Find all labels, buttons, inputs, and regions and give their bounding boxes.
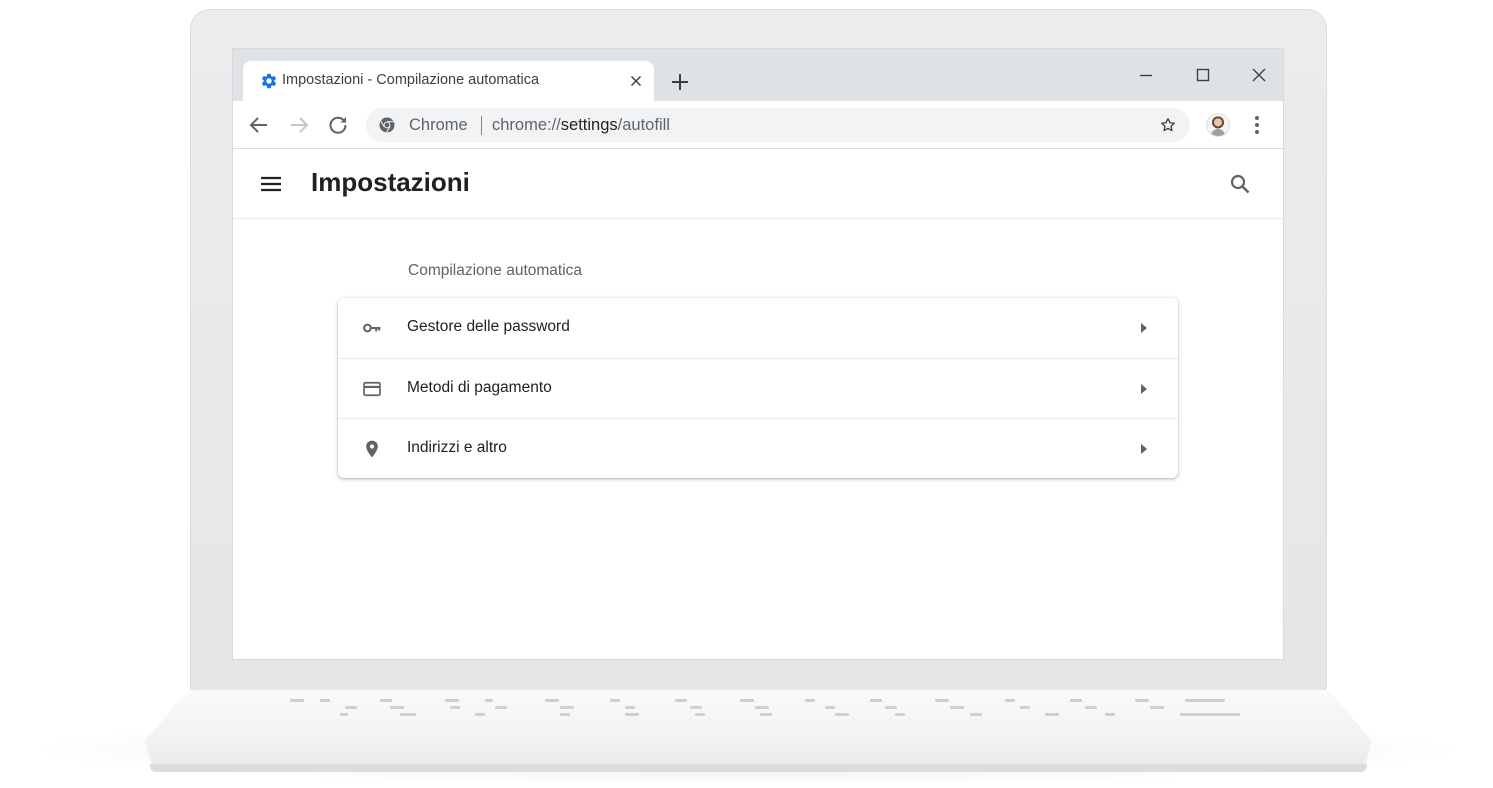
arrow-right-icon <box>1141 323 1147 333</box>
arrow-right-icon <box>1141 444 1147 454</box>
avatar[interactable] <box>1206 113 1230 137</box>
arrow-right-icon <box>1141 384 1147 394</box>
omnibox[interactable]: Chrome chrome://settings/autofill <box>366 108 1190 142</box>
tab-strip: Impostazioni - Compilazione automatica <box>233 49 1283 101</box>
url-path: /autofill <box>617 116 670 134</box>
section-title: Compilazione automatica <box>408 262 583 279</box>
more-vert-icon[interactable] <box>1247 113 1267 137</box>
omnibox-separator <box>481 116 482 135</box>
search-icon[interactable] <box>1228 172 1252 196</box>
url-text: chrome://settings/autofill <box>492 116 670 135</box>
omnibox-chip: Chrome <box>409 116 468 134</box>
browser-window: Impostazioni - Compilazione automatica C… <box>232 48 1284 660</box>
star-outline-icon[interactable] <box>1159 116 1177 134</box>
list-item-payment-methods[interactable]: Metodi di pagamento <box>338 358 1178 419</box>
keyboard-row <box>145 699 1372 703</box>
url-host: settings <box>560 116 618 134</box>
arrow-back-icon[interactable] <box>247 113 271 137</box>
list-item-addresses[interactable]: Indirizzi e altro <box>338 418 1178 479</box>
window-close-icon[interactable] <box>1249 65 1269 85</box>
avatar-body <box>1211 129 1225 136</box>
tab-settings-autofill[interactable]: Impostazioni - Compilazione automatica <box>243 61 654 101</box>
tab-title: Impostazioni - Compilazione automatica <box>282 72 540 88</box>
keyboard-row <box>145 706 1372 710</box>
page-title: Impostazioni <box>311 167 470 197</box>
new-tab-plus-icon[interactable] <box>669 71 691 93</box>
maximize-icon[interactable] <box>1193 65 1213 85</box>
location-pin-icon <box>366 440 378 458</box>
keyboard-row <box>145 713 1372 717</box>
list-item-label: Gestore delle password <box>407 318 570 335</box>
chrome-logo-icon <box>379 117 395 133</box>
close-icon[interactable] <box>628 73 644 89</box>
laptop-base-edge <box>150 764 1367 772</box>
key-icon <box>363 323 381 333</box>
autofill-card: Gestore delle password Metodi di pagamen… <box>338 298 1178 478</box>
list-item-label: Indirizzi e altro <box>407 439 507 456</box>
settings-gear-icon <box>261 73 277 89</box>
browser-toolbar: Chrome chrome://settings/autofill <box>233 101 1283 149</box>
minimize-icon[interactable] <box>1136 65 1156 85</box>
reload-icon[interactable] <box>326 113 350 137</box>
url-scheme: chrome:// <box>492 116 561 134</box>
list-item-label: Metodi di pagamento <box>407 379 552 396</box>
arrow-forward-icon[interactable] <box>287 113 311 137</box>
credit-card-icon <box>363 381 381 397</box>
laptop-base <box>145 690 1372 772</box>
list-item-password-manager[interactable]: Gestore delle password <box>338 298 1178 358</box>
settings-header: Impostazioni <box>233 149 1283 219</box>
hamburger-menu-icon[interactable] <box>259 172 283 196</box>
